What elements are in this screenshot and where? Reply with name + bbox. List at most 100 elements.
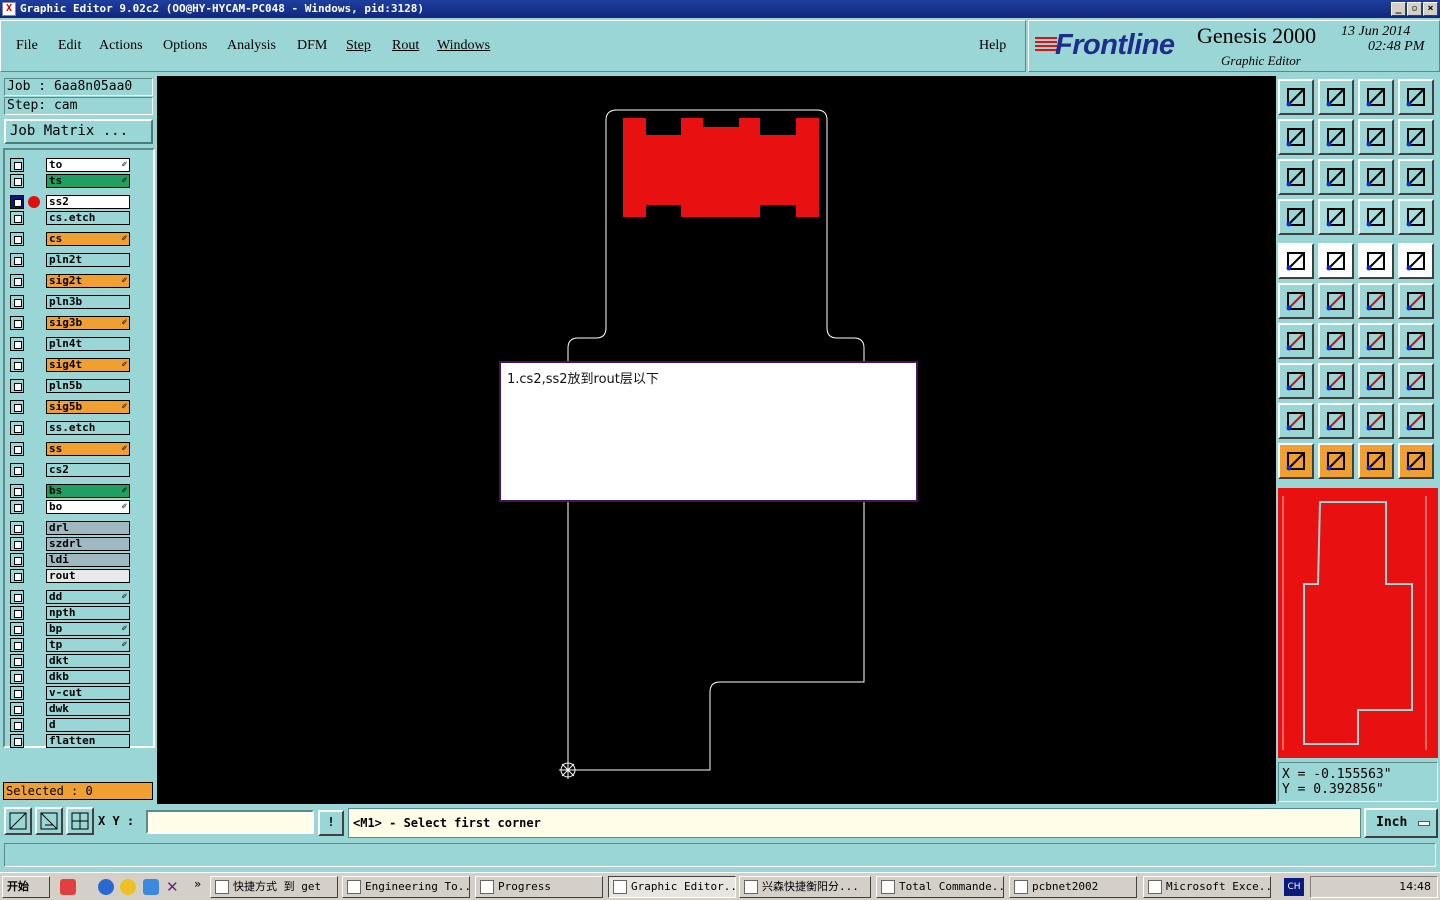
layer-name[interactable]: pln5b bbox=[46, 379, 130, 393]
layer-checkbox[interactable] bbox=[10, 211, 24, 225]
ie-browser-icon[interactable] bbox=[98, 879, 114, 895]
layer-row-cs[interactable]: cs ✐ bbox=[10, 232, 130, 246]
layer-row-dwk[interactable]: dwk bbox=[10, 702, 130, 716]
layer-name[interactable]: pln3b bbox=[46, 295, 130, 309]
node-icon[interactable] bbox=[1398, 283, 1434, 319]
line-icon[interactable] bbox=[1318, 323, 1354, 359]
zoom-1to1-icon[interactable] bbox=[1358, 159, 1394, 195]
layer-name[interactable]: dd ✐ bbox=[46, 590, 130, 604]
pointer-icon[interactable] bbox=[1278, 443, 1314, 479]
group-icon[interactable] bbox=[1398, 363, 1434, 399]
taskbar-task-2[interactable]: Progress bbox=[475, 876, 603, 898]
grid-icon[interactable] bbox=[1318, 199, 1354, 235]
layer-checkbox[interactable] bbox=[10, 569, 24, 583]
zoom-window-icon[interactable] bbox=[4, 807, 32, 835]
layer-name[interactable]: ss.etch bbox=[46, 421, 130, 435]
layer-row-cs2[interactable]: cs2 bbox=[10, 463, 130, 477]
window-title-bar[interactable]: X Graphic Editor 9.02c2 (OO@HY-HYCAM-PC0… bbox=[0, 0, 1440, 18]
layer-name[interactable]: sig5b ✐ bbox=[46, 400, 130, 414]
job-matrix-button[interactable]: Job Matrix ... bbox=[4, 119, 153, 144]
layer-name[interactable]: rout bbox=[46, 569, 130, 583]
layer-checkbox[interactable] bbox=[10, 686, 24, 700]
taskbar-clock[interactable]: 14:48 bbox=[1399, 880, 1431, 893]
layer-row-dkb[interactable]: dkb bbox=[10, 670, 130, 684]
swap-icon[interactable] bbox=[1358, 119, 1394, 155]
layer-checkbox[interactable] bbox=[10, 358, 24, 372]
units-selector[interactable]: Inch bbox=[1364, 808, 1438, 838]
split-line-icon[interactable] bbox=[1318, 363, 1354, 399]
layer-checkbox[interactable] bbox=[10, 702, 24, 716]
layer-checkbox[interactable] bbox=[10, 590, 24, 604]
start-button[interactable]: 开始 bbox=[2, 876, 50, 898]
minimize-button[interactable]: _ bbox=[1391, 2, 1406, 16]
layer-checkbox[interactable] bbox=[10, 379, 24, 393]
note-popup[interactable]: 1.cs2,ss2放到rout层以下 bbox=[499, 361, 918, 502]
ruler-icon[interactable] bbox=[1358, 243, 1394, 279]
layer-name[interactable]: pln2t bbox=[46, 253, 130, 267]
menu-windows[interactable]: Windows bbox=[437, 38, 490, 54]
arch-cross-icon[interactable] bbox=[1398, 403, 1434, 439]
layer-name[interactable]: d bbox=[46, 718, 130, 732]
language-indicator[interactable]: CH bbox=[1284, 878, 1304, 896]
layer-name[interactable]: dkt bbox=[46, 654, 130, 668]
layer-row-cs.etch[interactable]: cs.etch bbox=[10, 211, 130, 225]
angle-icon[interactable] bbox=[1278, 323, 1314, 359]
layer-row-pln2t[interactable]: pln2t bbox=[10, 253, 130, 267]
layer-row-drl[interactable]: drl bbox=[10, 521, 130, 535]
layer-row-v-cut[interactable]: v-cut bbox=[10, 686, 130, 700]
layer-checkbox[interactable] bbox=[10, 195, 24, 209]
shape-icon[interactable] bbox=[1318, 243, 1354, 279]
layer-row-npth[interactable]: npth bbox=[10, 606, 130, 620]
layer-row-sig4t[interactable]: sig4t ✐ bbox=[10, 358, 130, 372]
layer-row-szdrl[interactable]: szdrl bbox=[10, 537, 130, 551]
layer-name[interactable]: pln4t bbox=[46, 337, 130, 351]
settings-icon[interactable] bbox=[1278, 199, 1314, 235]
layer-name[interactable]: to ✐ bbox=[46, 158, 130, 172]
pad-icon[interactable] bbox=[1278, 243, 1314, 279]
layer-name[interactable]: cs2 bbox=[46, 463, 130, 477]
layer-name[interactable]: cs.etch bbox=[46, 211, 130, 225]
taskbar-task-7[interactable]: Microsoft Exce... bbox=[1143, 876, 1271, 898]
layer-name[interactable]: npth bbox=[46, 606, 130, 620]
download-icon[interactable] bbox=[1318, 79, 1354, 115]
layer-checkbox[interactable] bbox=[10, 158, 24, 172]
pointer-box-icon[interactable] bbox=[1318, 443, 1354, 479]
layer-checkbox[interactable] bbox=[10, 500, 24, 514]
layer-checkbox[interactable] bbox=[10, 638, 24, 652]
pointer-select-icon[interactable] bbox=[1358, 443, 1394, 479]
dimension-icon[interactable] bbox=[1358, 363, 1394, 399]
layer-name[interactable]: bs ✐ bbox=[46, 484, 130, 498]
layer-checkbox[interactable] bbox=[10, 734, 24, 748]
route-icon[interactable] bbox=[1398, 443, 1434, 479]
layer-checkbox[interactable] bbox=[10, 337, 24, 351]
layer-name[interactable]: bp ✐ bbox=[46, 622, 130, 636]
snap-grid-icon[interactable] bbox=[66, 807, 94, 835]
polyline-icon[interactable] bbox=[1278, 283, 1314, 319]
layer-name[interactable]: ldi bbox=[46, 553, 130, 567]
menu-actions[interactable]: Actions bbox=[99, 38, 143, 54]
layer-checkbox[interactable] bbox=[10, 622, 24, 636]
upload-icon[interactable] bbox=[1278, 79, 1314, 115]
layer-name[interactable]: ts ✐ bbox=[46, 174, 130, 188]
layer-name[interactable]: cs ✐ bbox=[46, 232, 130, 246]
layer-checkbox[interactable] bbox=[10, 442, 24, 456]
line-node-icon[interactable] bbox=[1358, 283, 1394, 319]
menu-step[interactable]: Step bbox=[346, 38, 371, 54]
layer-checkbox[interactable] bbox=[10, 521, 24, 535]
layer-row-flatten[interactable]: flatten bbox=[10, 734, 130, 748]
layer-checkbox[interactable] bbox=[10, 295, 24, 309]
layer-row-bo[interactable]: bo ✐ bbox=[10, 500, 130, 514]
layer-row-pln4t[interactable]: pln4t bbox=[10, 337, 130, 351]
taskbar-task-6[interactable]: pcbnet2002 bbox=[1009, 876, 1137, 898]
layer-checkbox[interactable] bbox=[10, 654, 24, 668]
circle-select-icon[interactable] bbox=[1398, 243, 1434, 279]
layer-checkbox[interactable] bbox=[10, 463, 24, 477]
home-icon[interactable] bbox=[1358, 79, 1394, 115]
layer-checkbox[interactable] bbox=[10, 174, 24, 188]
layer-checkbox[interactable] bbox=[10, 537, 24, 551]
layer-name[interactable]: drl bbox=[46, 521, 130, 535]
measure-icon[interactable] bbox=[35, 807, 63, 835]
taskbar-task-4[interactable]: 兴森快捷衡阳分... bbox=[739, 876, 871, 898]
layer-compare-icon[interactable] bbox=[1358, 199, 1394, 235]
arrow-up-icon[interactable] bbox=[1318, 403, 1354, 439]
